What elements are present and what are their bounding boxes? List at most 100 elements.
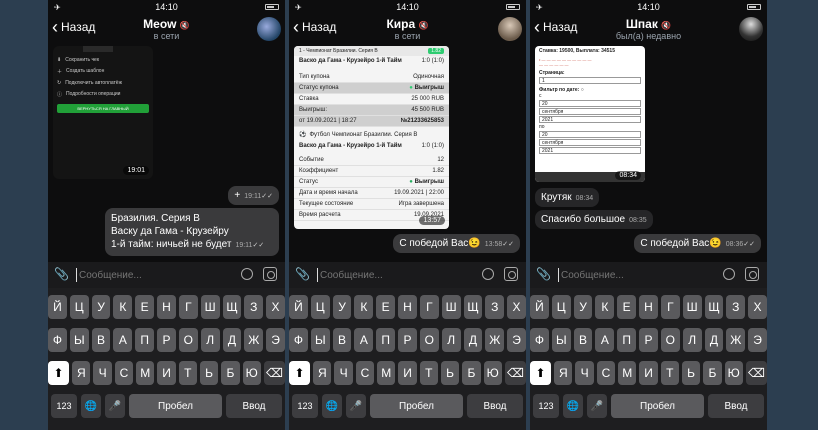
attach-icon[interactable]: 📎 [295, 267, 310, 281]
key[interactable]: Ш [682, 295, 702, 319]
key[interactable]: М [136, 361, 155, 385]
key[interactable]: Ц [551, 295, 571, 319]
space-key[interactable]: Пробел [129, 394, 222, 418]
key[interactable]: Э [266, 328, 285, 352]
avatar[interactable] [739, 17, 763, 41]
message-bet[interactable]: Бразилия. Серия В Васку да Гама - Крузей… [105, 208, 279, 256]
attach-icon[interactable]: 📎 [54, 267, 69, 281]
key[interactable]: Й [289, 295, 308, 319]
message-congrats[interactable]: С победой Вас😉 13:58✓✓ [393, 234, 520, 253]
mic-icon[interactable]: 🎤 [105, 394, 125, 418]
shift-key[interactable]: ⬆ [48, 361, 70, 385]
key[interactable]: Л [682, 328, 702, 352]
key[interactable]: В [573, 328, 593, 352]
mic-icon[interactable]: 🎤 [346, 394, 366, 418]
key[interactable]: Р [398, 328, 417, 352]
key[interactable]: А [354, 328, 374, 352]
key[interactable]: В [332, 328, 352, 352]
key[interactable]: Ы [69, 328, 89, 352]
backspace-key[interactable]: ⌫ [263, 361, 285, 385]
key[interactable]: Ш [200, 295, 220, 319]
key[interactable]: Ж [726, 328, 746, 352]
key[interactable]: Ь [199, 361, 219, 385]
bet-history-screenshot[interactable]: Ставка: 19500, Выплата: 34515 • — — — — … [535, 46, 645, 182]
key[interactable]: Ю [724, 361, 743, 385]
sticker-icon[interactable] [241, 268, 253, 280]
key[interactable]: У [91, 295, 111, 319]
key[interactable]: М [618, 361, 637, 385]
key[interactable]: Н [639, 295, 658, 319]
key[interactable]: Х [748, 295, 767, 319]
sticker-icon[interactable] [723, 268, 735, 280]
key[interactable]: З [244, 295, 264, 319]
key[interactable]: К [113, 295, 133, 319]
key[interactable]: Ф [289, 328, 308, 352]
sticker-icon[interactable] [482, 268, 494, 280]
key[interactable]: Ч [575, 361, 594, 385]
key[interactable]: З [726, 295, 746, 319]
message-input[interactable] [76, 268, 216, 282]
key[interactable]: Т [660, 361, 679, 385]
key[interactable]: К [595, 295, 615, 319]
key[interactable]: Ч [93, 361, 112, 385]
key[interactable]: В [91, 328, 111, 352]
camera-icon[interactable] [504, 267, 518, 281]
key[interactable]: Ц [310, 295, 330, 319]
numbers-key[interactable]: 123 [533, 394, 559, 418]
key[interactable]: Д [222, 328, 242, 352]
enter-key[interactable]: Ввод [226, 394, 282, 418]
key[interactable]: М [377, 361, 396, 385]
key[interactable]: Е [617, 295, 637, 319]
key[interactable]: Е [376, 295, 396, 319]
message-congrats[interactable]: С победой Вас😉 08:36✓✓ [634, 234, 761, 253]
key[interactable]: Л [441, 328, 461, 352]
key[interactable]: Ь [681, 361, 701, 385]
key[interactable]: Ь [440, 361, 460, 385]
globe-icon[interactable]: 🌐 [563, 394, 583, 418]
key[interactable]: Т [178, 361, 197, 385]
globe-icon[interactable]: 🌐 [81, 394, 101, 418]
key[interactable]: Р [157, 328, 176, 352]
shift-key[interactable]: ⬆ [289, 361, 311, 385]
message-in[interactable]: Спасибо большое 08:35 [535, 210, 653, 229]
bet-screenshot-image[interactable]: 1 - Чемпионат Бразилии. Серия B 1.82 Вас… [294, 46, 449, 229]
numbers-key[interactable]: 123 [292, 394, 318, 418]
enter-key[interactable]: Ввод [708, 394, 764, 418]
key[interactable]: С [596, 361, 616, 385]
key[interactable]: Н [157, 295, 176, 319]
key[interactable]: Я [313, 361, 332, 385]
key[interactable]: Х [266, 295, 285, 319]
attach-icon[interactable]: 📎 [536, 267, 551, 281]
key[interactable]: Д [463, 328, 483, 352]
key[interactable]: Х [507, 295, 526, 319]
key[interactable]: О [660, 328, 680, 352]
key[interactable]: Б [221, 361, 240, 385]
message-plus[interactable]: +19:11✓✓ [228, 186, 279, 205]
key[interactable]: Д [704, 328, 724, 352]
globe-icon[interactable]: 🌐 [322, 394, 342, 418]
key[interactable]: Э [507, 328, 526, 352]
key[interactable]: И [157, 361, 176, 385]
key[interactable]: Ж [244, 328, 264, 352]
key[interactable]: П [617, 328, 637, 352]
key[interactable]: Л [200, 328, 220, 352]
message-in[interactable]: Крутяк 08:34 [535, 188, 600, 207]
key[interactable]: Н [398, 295, 417, 319]
key[interactable]: Щ [222, 295, 242, 319]
space-key[interactable]: Пробел [370, 394, 463, 418]
key[interactable]: Б [703, 361, 722, 385]
key[interactable]: К [354, 295, 374, 319]
key[interactable]: Э [748, 328, 767, 352]
key[interactable]: Ы [310, 328, 330, 352]
key[interactable]: Р [639, 328, 658, 352]
key[interactable]: Б [462, 361, 481, 385]
key[interactable]: С [114, 361, 134, 385]
key[interactable]: И [398, 361, 417, 385]
key[interactable]: П [376, 328, 396, 352]
key[interactable]: Й [530, 295, 549, 319]
key[interactable]: Й [48, 295, 67, 319]
backspace-key[interactable]: ⌫ [745, 361, 767, 385]
key[interactable]: Ы [551, 328, 571, 352]
key[interactable]: З [485, 295, 505, 319]
enter-key[interactable]: Ввод [467, 394, 523, 418]
